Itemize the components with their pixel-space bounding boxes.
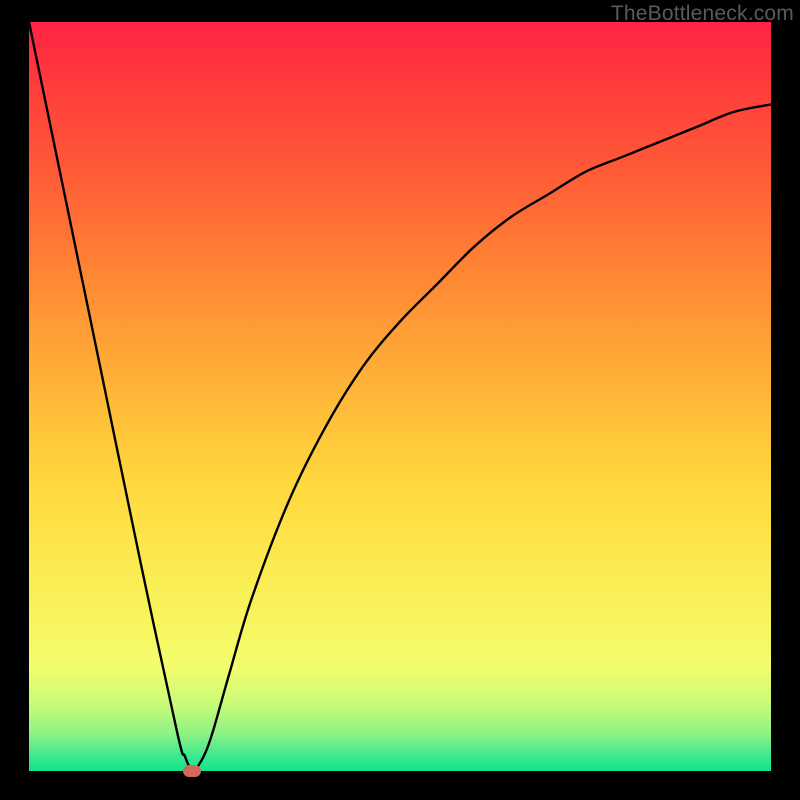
optimum-marker xyxy=(183,765,201,777)
watermark-text: TheBottleneck.com xyxy=(611,2,794,26)
bottleneck-curve xyxy=(29,22,771,771)
